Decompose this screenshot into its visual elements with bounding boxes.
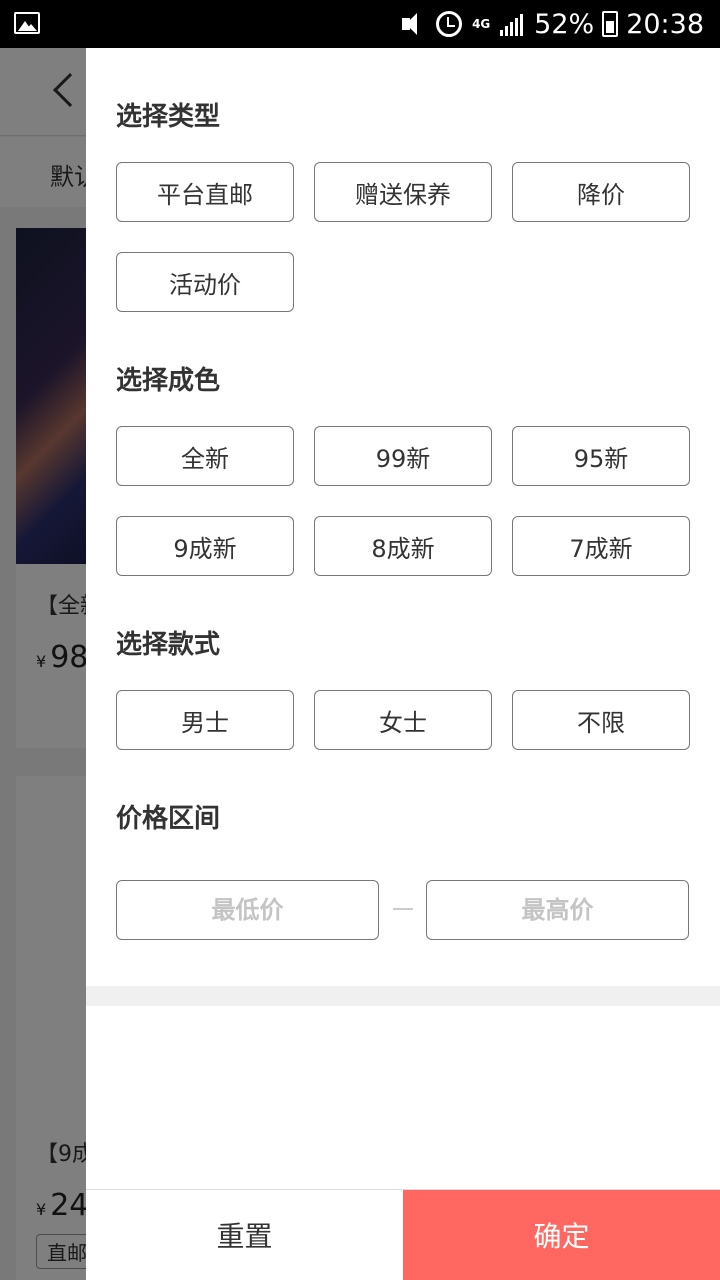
- condition-section-title: 选择成色: [116, 366, 221, 396]
- min-price-input[interactable]: [116, 880, 379, 940]
- alarm-icon: [436, 11, 463, 37]
- signal-icon: [500, 12, 526, 36]
- style-option-any[interactable]: 不限: [512, 690, 690, 750]
- battery-icon: [602, 11, 619, 37]
- filter-footer: 重置 确定: [86, 1189, 720, 1280]
- condition-option-70[interactable]: 7成新: [512, 516, 690, 576]
- type-option-free-maintenance[interactable]: 赠送保养: [314, 162, 492, 222]
- type-option-price-drop[interactable]: 降价: [512, 162, 690, 222]
- type-option-platform-shipping[interactable]: 平台直邮: [116, 162, 294, 222]
- style-option-women[interactable]: 女士: [314, 690, 492, 750]
- condition-option-95[interactable]: 95新: [512, 426, 690, 486]
- battery-percent: 52%: [534, 8, 595, 40]
- network-type: 4G: [472, 17, 491, 31]
- mute-icon: [400, 12, 428, 36]
- condition-option-new[interactable]: 全新: [116, 426, 294, 486]
- status-bar: 4G 52% 20:38: [0, 0, 720, 48]
- type-section-title: 选择类型: [116, 102, 221, 132]
- price-range-dash: [393, 908, 413, 910]
- clock: 20:38: [626, 8, 704, 40]
- filter-drawer: 选择类型 平台直邮 赠送保养 降价 活动价 选择成色 全新 99新 95新 9成…: [86, 48, 720, 1280]
- status-icons: 4G 52% 20:38: [400, 0, 704, 48]
- condition-option-80[interactable]: 8成新: [314, 516, 492, 576]
- price-section-title: 价格区间: [116, 804, 221, 834]
- style-section-title: 选择款式: [116, 630, 221, 660]
- type-option-promo-price[interactable]: 活动价: [116, 252, 294, 312]
- condition-option-90[interactable]: 9成新: [116, 516, 294, 576]
- reset-button[interactable]: 重置: [86, 1190, 403, 1280]
- section-divider: [86, 986, 720, 1006]
- gallery-notification-icon: [14, 12, 40, 34]
- style-option-men[interactable]: 男士: [116, 690, 294, 750]
- confirm-button[interactable]: 确定: [403, 1190, 720, 1280]
- max-price-input[interactable]: [426, 880, 689, 940]
- condition-option-99[interactable]: 99新: [314, 426, 492, 486]
